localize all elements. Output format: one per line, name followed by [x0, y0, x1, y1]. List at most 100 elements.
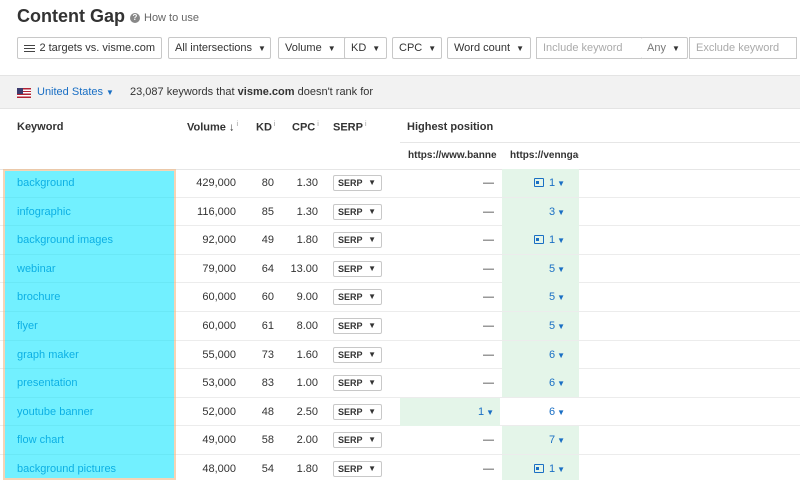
keyword-link[interactable]: background images	[17, 226, 113, 254]
target1-position[interactable]: 1 ▼	[400, 397, 500, 426]
volume-value: 60,000	[202, 291, 236, 304]
kd-label: KD	[351, 42, 367, 54]
serp-button[interactable]: SERP ▼	[333, 318, 382, 334]
target2-position[interactable]: 6 ▼	[502, 340, 579, 369]
position-value: 1	[477, 405, 485, 418]
serp-button[interactable]: SERP ▼	[333, 175, 382, 191]
cpc-value: 1.80	[296, 234, 318, 247]
caret-down-icon: ▼	[327, 43, 336, 53]
col-header-highest-position: Highest position	[407, 121, 494, 133]
serp-button[interactable]: SERP ▼	[333, 432, 382, 449]
target1-header[interactable]: https://www.banne	[400, 142, 502, 169]
volume-value: 79,000	[202, 262, 236, 275]
cpc-label: CPC	[399, 42, 423, 54]
target2-position[interactable]: 7 ▼	[502, 426, 579, 455]
table-row: presentation 53,000 83 1.00 SERP ▼ —6 ▼	[0, 369, 800, 398]
target1-position: —	[400, 255, 500, 283]
cpc-value: 1.80	[296, 463, 318, 475]
intersections-dropdown[interactable]: All intersections ▼	[168, 37, 271, 59]
serp-button-label: SERP	[338, 206, 363, 217]
target1-position: —	[400, 226, 500, 254]
position-value: —	[483, 463, 494, 475]
caret-down-icon: ▼	[368, 435, 376, 445]
target2-position[interactable]: 6 ▼	[502, 398, 579, 426]
image-icon	[533, 178, 544, 187]
serp-button[interactable]: SERP ▼	[333, 346, 382, 363]
col-header-kd[interactable]: KD i	[256, 121, 275, 134]
kd-value: 83	[261, 377, 274, 390]
country-dropdown[interactable]: United States ▼	[37, 86, 114, 98]
keyword-link[interactable]: flyer	[17, 312, 38, 340]
position-value: —	[483, 291, 494, 304]
caret-down-icon: ▼	[557, 179, 565, 188]
keyword-link[interactable]: presentation	[17, 369, 78, 397]
include-keyword-input[interactable]	[536, 37, 642, 59]
serp-button[interactable]: SERP ▼	[333, 260, 382, 277]
serp-button[interactable]: SERP ▼	[333, 289, 382, 306]
target2-position[interactable]: 1 ▼	[502, 169, 579, 197]
target1-position: —	[400, 369, 500, 397]
caret-down-icon: ▼	[368, 206, 376, 216]
kd-dropdown[interactable]: KD ▼	[344, 37, 387, 59]
keyword-link[interactable]: flow chart	[17, 426, 64, 454]
col-header-cpc[interactable]: CPC i	[292, 121, 319, 134]
serp-button[interactable]: SERP ▼	[333, 403, 382, 420]
filter-bar: 2 targets vs. visme.com All intersection…	[17, 37, 800, 59]
target2-position[interactable]: 3 ▼	[502, 197, 579, 226]
volume-value: 60,000	[202, 320, 236, 332]
volume-label: Volume	[285, 42, 322, 54]
serp-button[interactable]: SERP ▼	[333, 461, 382, 477]
kd-value: 54	[261, 463, 274, 475]
serp-button[interactable]: SERP ▼	[333, 203, 382, 220]
target2-position[interactable]: 5 ▼	[502, 254, 579, 283]
info-icon: i	[236, 121, 239, 128]
target2-position[interactable]: 6 ▼	[502, 369, 579, 398]
keyword-link[interactable]: brochure	[17, 283, 60, 311]
position-value: —	[483, 262, 494, 275]
caret-down-icon: ▼	[368, 321, 376, 330]
target2-position[interactable]: 5 ▼	[502, 283, 579, 312]
cpc-value: 9.00	[296, 291, 318, 304]
keyword-link[interactable]: graph maker	[17, 341, 79, 369]
targets-button[interactable]: 2 targets vs. visme.com	[17, 37, 162, 59]
keyword-link[interactable]: infographic	[17, 198, 71, 226]
keyword-link[interactable]: youtube banner	[17, 398, 93, 426]
serp-button[interactable]: SERP ▼	[333, 375, 382, 392]
keyword-link[interactable]: background pictures	[17, 455, 116, 480]
info-icon: i	[273, 121, 276, 128]
targets-label: 2 targets vs. visme.com	[39, 42, 155, 54]
how-to-use-link[interactable]: ? How to use	[130, 12, 199, 24]
col-header-volume[interactable]: Volume ↓ i	[187, 121, 238, 134]
kd-value: 73	[261, 348, 274, 361]
kd-value: 80	[261, 177, 274, 189]
image-icon	[533, 464, 544, 473]
cpc-dropdown[interactable]: CPC ▼	[392, 37, 442, 59]
volume-value: 55,000	[202, 348, 236, 361]
table-row: background 429,000 80 1.30 SERP ▼ —1 ▼	[0, 169, 800, 198]
target2-position[interactable]: 1 ▼	[502, 455, 579, 480]
exclude-keyword-input[interactable]	[689, 37, 797, 59]
word-count-label: Word count	[454, 42, 511, 54]
target2-position[interactable]: 1 ▼	[502, 226, 579, 255]
keyword-link[interactable]: background	[17, 169, 75, 197]
caret-down-icon: ▼	[557, 465, 565, 474]
sliders-icon	[24, 44, 35, 53]
cpc-value: 8.00	[296, 320, 318, 332]
summary-domain: visme.com	[237, 86, 295, 98]
caret-down-icon: ▼	[557, 236, 565, 246]
serp-button-label: SERP	[338, 235, 363, 246]
keyword-link[interactable]: webinar	[17, 255, 56, 283]
position-value: —	[483, 234, 494, 247]
country-label: United States	[37, 86, 104, 98]
position-value: 5	[548, 262, 556, 275]
serp-button[interactable]: SERP ▼	[333, 232, 382, 249]
caret-down-icon: ▼	[557, 379, 565, 389]
target1-position: —	[400, 283, 500, 311]
target2-header[interactable]: https://venngag	[502, 142, 579, 169]
target2-position[interactable]: 5 ▼	[502, 312, 579, 340]
word-count-dropdown[interactable]: Word count ▼	[447, 37, 531, 59]
serp-button-label: SERP	[338, 178, 363, 188]
match-any-dropdown[interactable]: Any ▼	[641, 37, 688, 59]
col-header-keyword[interactable]: Keyword	[17, 121, 63, 133]
position-value: —	[483, 177, 494, 189]
